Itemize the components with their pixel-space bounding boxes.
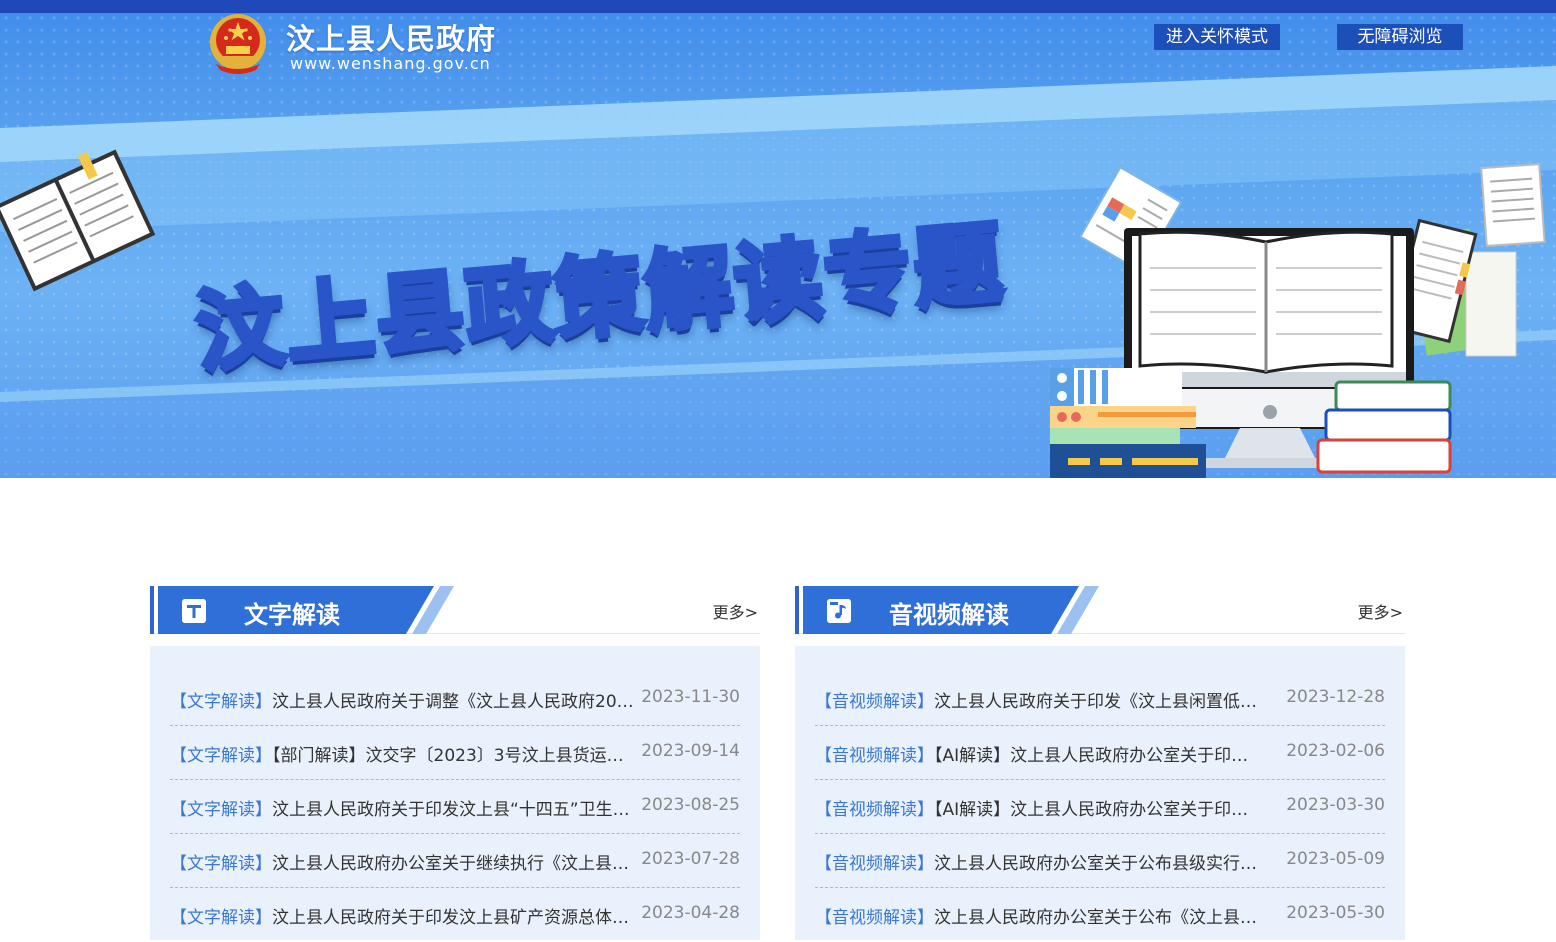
item-tag[interactable]: 【文字解读】 — [170, 854, 272, 874]
section-header: 文字解读 更多> — [150, 586, 760, 634]
item-title[interactable]: 【AI解读】汶上县人民政府办公室关于印发汶上县实施方案的通知 — [934, 746, 1265, 766]
text-interpretation-section: 文字解读 更多> 【文字解读】汶上县人民政府关于调整《汶上县人民政府2023年度… — [150, 586, 760, 940]
headline-part-2: 政策 — [459, 239, 652, 362]
item-title[interactable]: 汶上县人民政府办公室关于公布《汶上县行政许可事项清单》的通知 — [934, 908, 1265, 928]
item-title[interactable]: 汶上县人民政府关于印发汶上县“十四五”卫生健康事业发展规划的通知 — [272, 800, 636, 820]
item-title[interactable]: 【AI解读】汶上县人民政府办公室关于印发汶上县工作方案的通知 — [934, 800, 1265, 820]
item-tag[interactable]: 【音视频解读】 — [815, 854, 934, 874]
more-link[interactable]: 更多> — [713, 599, 758, 623]
section-header: 音视频解读 更多> — [795, 586, 1405, 634]
tab-accent-bar — [150, 586, 154, 634]
list-item[interactable]: 【文字解读】汶上县人民政府关于印发汶上县矿产资源总体规划的通知 2023-04-… — [170, 888, 740, 942]
section-title: 文字解读 — [244, 601, 340, 629]
item-date: 2023-05-09 — [1286, 849, 1385, 869]
national-emblem-icon — [210, 14, 266, 74]
item-date: 2023-07-28 — [641, 849, 740, 869]
item-date: 2023-09-14 — [641, 741, 740, 761]
media-interpretation-section: 音视频解读 更多> 【音视频解读】汶上县人民政府关于印发《汶上县闲置低效用地处置… — [795, 586, 1405, 940]
section-title: 音视频解读 — [889, 601, 1009, 629]
list-item[interactable]: 【音视频解读】【AI解读】汶上县人民政府办公室关于印发汶上县工作方案的通知 20… — [815, 780, 1385, 834]
item-date: 2023-12-28 — [1286, 687, 1385, 707]
article-list: 【音视频解读】汶上县人民政府关于印发《汶上县闲置低效用地处置办法》的通知 202… — [795, 646, 1405, 940]
headline-part-1: 汶上县 — [190, 255, 473, 386]
list-item[interactable]: 【文字解读】【部门解读】汶交字〔2023〕3号汶上县货运企业安全生产管理办法 2… — [170, 726, 740, 780]
item-date: 2023-04-28 — [641, 903, 740, 923]
item-tag[interactable]: 【音视频解读】 — [815, 800, 934, 820]
music-note-icon — [827, 599, 851, 623]
accessible-browse-button[interactable]: 无障碍浏览 — [1337, 24, 1463, 50]
list-item[interactable]: 【音视频解读】汶上县人民政府办公室关于公布县级实行告知承诺制证明事项目录的通知 … — [815, 834, 1385, 888]
list-item[interactable]: 【音视频解读】汶上县人民政府办公室关于公布《汶上县行政许可事项清单》的通知 20… — [815, 888, 1385, 942]
more-link[interactable]: 更多> — [1358, 599, 1403, 623]
care-mode-button[interactable]: 进入关怀模式 — [1154, 24, 1280, 50]
item-date: 2023-08-25 — [641, 795, 740, 815]
item-tag[interactable]: 【音视频解读】 — [815, 692, 934, 712]
text-icon — [182, 599, 206, 623]
section-tab[interactable]: 文字解读 — [150, 586, 454, 634]
item-title[interactable]: 【部门解读】汶交字〔2023〕3号汶上县货运企业安全生产管理办法 — [272, 746, 636, 766]
site-url: www.wenshang.gov.cn — [290, 54, 491, 73]
item-title[interactable]: 汶上县人民政府关于调整《汶上县人民政府2023年度重大行政决策事项目录》的通知 — [272, 692, 636, 712]
section-tab[interactable]: 音视频解读 — [795, 586, 1099, 634]
site-name[interactable]: 汶上县人民政府 — [286, 16, 496, 58]
list-item[interactable]: 【音视频解读】汶上县人民政府关于印发《汶上县闲置低效用地处置办法》的通知 202… — [815, 672, 1385, 726]
item-title[interactable]: 汶上县人民政府办公室关于继续执行《汶上县农村集体经济组织管理办法》的通知 — [272, 854, 636, 874]
item-tag[interactable]: 【文字解读】 — [170, 908, 272, 928]
item-title[interactable]: 汶上县人民政府关于印发汶上县矿产资源总体规划的通知 — [272, 908, 636, 928]
list-item[interactable]: 【文字解读】汶上县人民政府关于印发汶上县“十四五”卫生健康事业发展规划的通知 2… — [170, 780, 740, 834]
item-tag[interactable]: 【文字解读】 — [170, 746, 272, 766]
item-date: 2023-05-30 — [1286, 903, 1385, 923]
item-tag[interactable]: 【音视频解读】 — [815, 908, 934, 928]
list-item[interactable]: 【音视频解读】【AI解读】汶上县人民政府办公室关于印发汶上县实施方案的通知 20… — [815, 726, 1385, 780]
article-list: 【文字解读】汶上县人民政府关于调整《汶上县人民政府2023年度重大行政决策事项目… — [150, 646, 760, 940]
item-date: 2023-03-30 — [1286, 795, 1385, 815]
item-tag[interactable]: 【音视频解读】 — [815, 746, 934, 766]
item-date: 2023-02-06 — [1286, 741, 1385, 761]
list-item[interactable]: 【文字解读】汶上县人民政府关于调整《汶上县人民政府2023年度重大行政决策事项目… — [170, 672, 740, 726]
item-tag[interactable]: 【文字解读】 — [170, 800, 272, 820]
list-item[interactable]: 【文字解读】汶上县人民政府办公室关于继续执行《汶上县农村集体经济组织管理办法》的… — [170, 834, 740, 888]
item-tag[interactable]: 【文字解读】 — [170, 692, 272, 712]
item-title[interactable]: 汶上县人民政府办公室关于公布县级实行告知承诺制证明事项目录的通知 — [934, 854, 1265, 874]
tab-accent-bar — [795, 586, 799, 634]
banner: 汶上县人民政府 www.wenshang.gov.cn 进入关怀模式 无障碍浏览… — [0, 0, 1556, 478]
item-title[interactable]: 汶上县人民政府关于印发《汶上县闲置低效用地处置办法》的通知 — [934, 692, 1265, 712]
item-date: 2023-11-30 — [641, 687, 740, 707]
